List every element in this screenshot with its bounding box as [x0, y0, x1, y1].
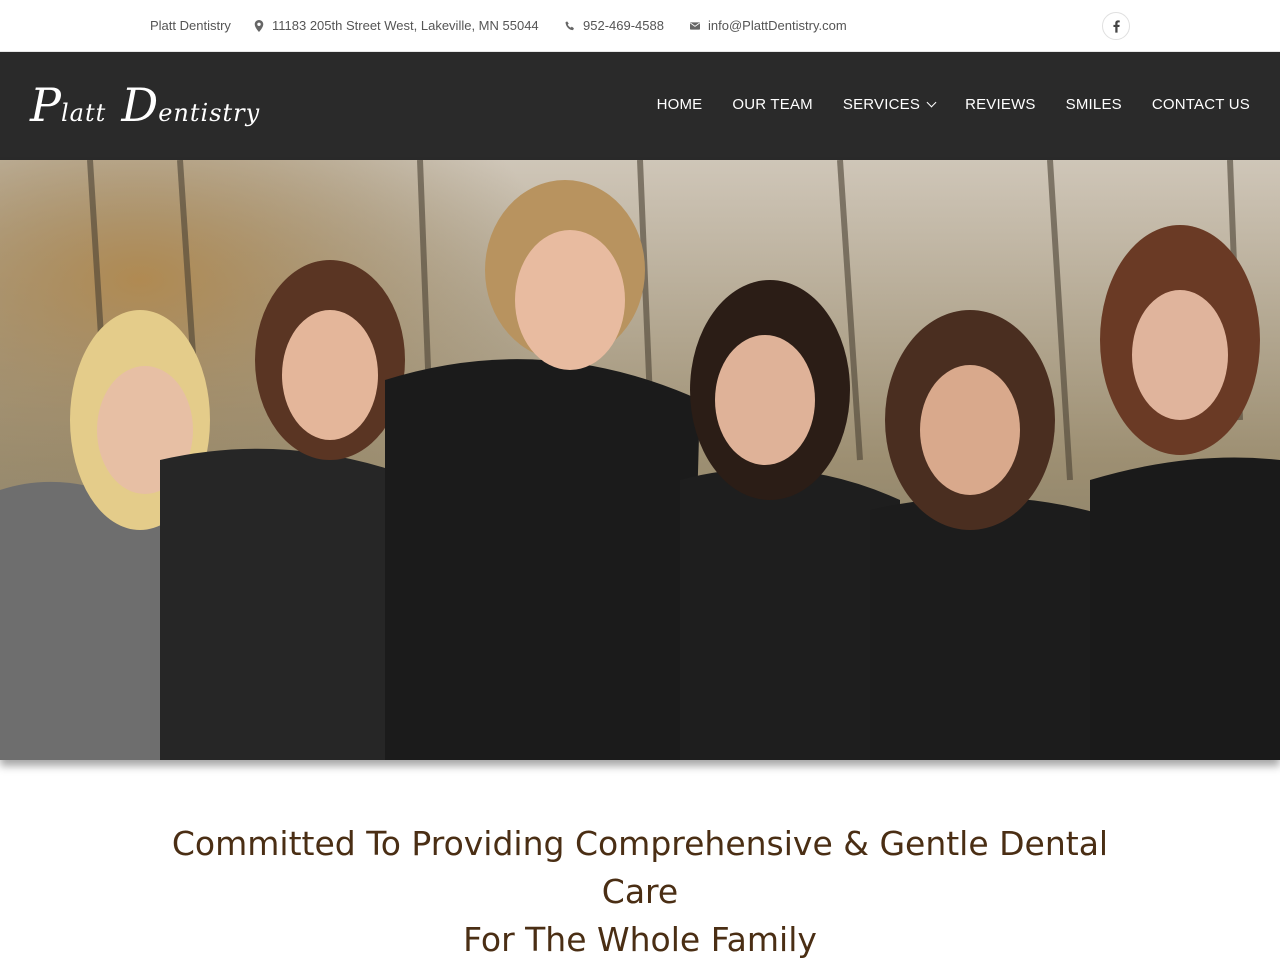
phone-text: 952-469-4588 [583, 18, 664, 33]
facebook-icon [1112, 19, 1120, 33]
nav-services-label: SERVICES [842, 96, 921, 113]
top-info-bar: Platt Dentistry 11183 205th Street West,… [0, 0, 1280, 52]
logo-word-1: latt [60, 99, 107, 127]
hero-team-photo [0, 160, 1280, 760]
envelope-icon [690, 21, 700, 30]
facebook-button[interactable] [1102, 12, 1130, 40]
nav-reviews[interactable]: REVIEWS [965, 96, 1036, 113]
nav-contact-us[interactable]: CONTACT US [1152, 96, 1250, 113]
address-text: 11183 205th Street West, Lakeville, MN 5… [272, 18, 539, 33]
chevron-down-icon [926, 97, 937, 108]
site-header: Platt Dentistry HOME OUR TEAM SERVICES R… [0, 52, 1280, 160]
nav-smiles[interactable]: SMILES [1066, 96, 1122, 113]
address-link[interactable]: 11183 205th Street West, Lakeville, MN 5… [254, 18, 539, 33]
email-text: info@PlattDentistry.com [708, 18, 847, 33]
nav-services[interactable]: SERVICES [842, 96, 937, 113]
tagline-line-2: For The Whole Family [463, 920, 817, 959]
nav-reviews-label: REVIEWS [965, 96, 1036, 113]
nav-our-team[interactable]: OUR TEAM [732, 96, 813, 113]
nav-our-team-label: OUR TEAM [732, 96, 813, 113]
site-logo[interactable]: Platt Dentistry [30, 78, 260, 132]
nav-contact-us-label: CONTACT US [1151, 96, 1250, 113]
logo-initial-p: P [30, 78, 61, 132]
phone-icon [565, 20, 574, 30]
tagline-line-1: Committed To Providing Comprehensive & G… [171, 824, 1109, 911]
nav-home[interactable]: HOME [657, 96, 703, 113]
nav-home-label: HOME [656, 96, 703, 113]
person-6 [1090, 225, 1280, 760]
map-marker-icon [254, 19, 264, 32]
tagline: Committed To Providing Comprehensive & G… [140, 820, 1140, 960]
practice-name: Platt Dentistry [150, 18, 231, 33]
logo-word-2: entistry [158, 99, 261, 127]
team-photo-illustration [0, 160, 1280, 760]
nav-smiles-label: SMILES [1065, 96, 1122, 113]
practice-name-text: Platt Dentistry [150, 18, 231, 33]
phone-link[interactable]: 952-469-4588 [565, 18, 664, 33]
main-nav: HOME OUR TEAM SERVICES REVIEWS SMILES CO… [657, 96, 1250, 113]
logo-initial-d: D [121, 78, 159, 132]
email-link[interactable]: info@PlattDentistry.com [690, 18, 847, 33]
